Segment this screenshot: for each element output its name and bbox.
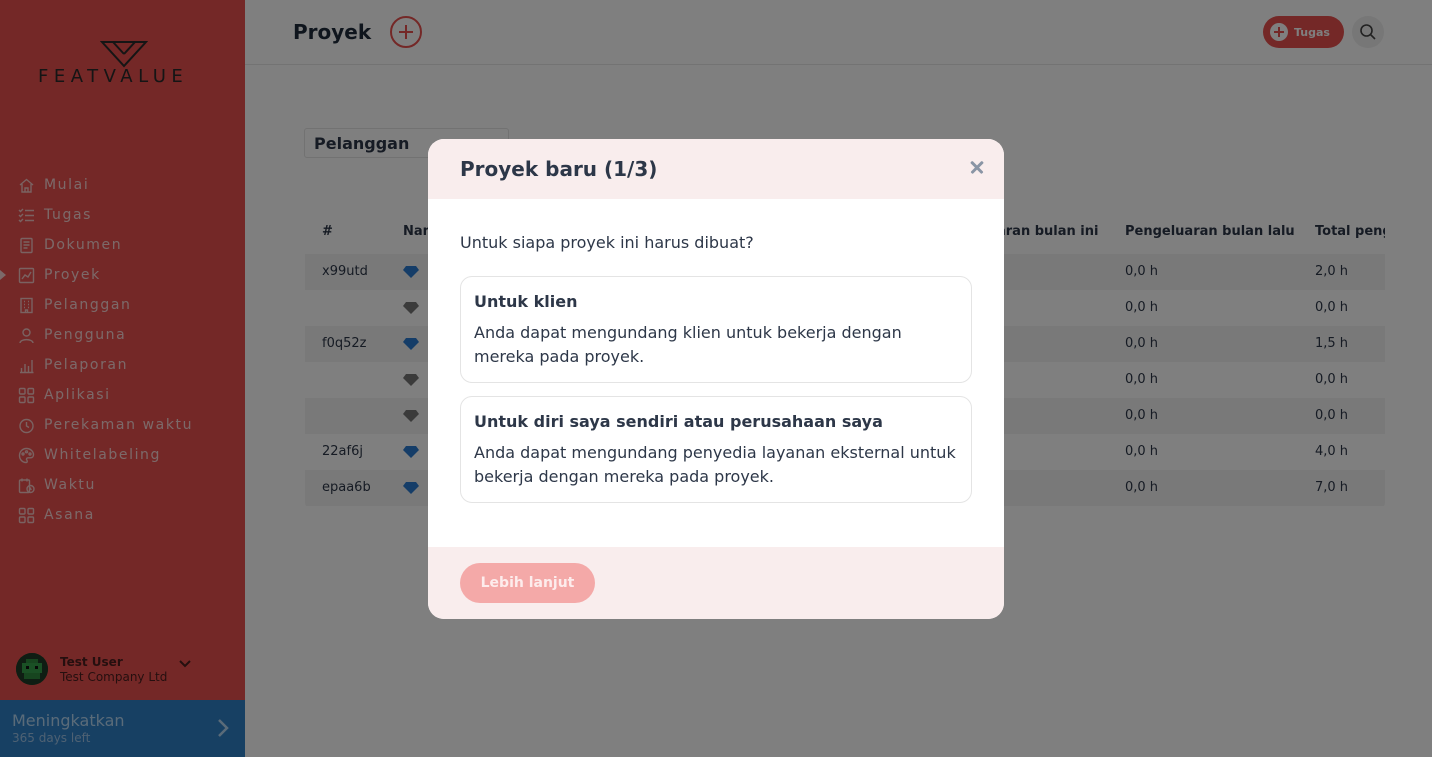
dialog-footer: Lebih lanjut: [428, 547, 1004, 619]
dialog-question: Untuk siapa proyek ini harus dibuat?: [460, 233, 754, 252]
next-button-label: Lebih lanjut: [480, 575, 575, 591]
option-description: Anda dapat mengundang penyedia layanan e…: [474, 443, 956, 486]
new-project-dialog: Proyek baru (1/3) Untuk siapa proyek ini…: [428, 139, 1004, 619]
dialog-header: Proyek baru (1/3): [428, 139, 1004, 199]
option-for-client[interactable]: Untuk klien Anda dapat mengundang klien …: [460, 276, 972, 383]
option-title: Untuk diri saya sendiri atau perusahaan …: [474, 412, 883, 431]
close-icon[interactable]: [966, 156, 988, 178]
next-button[interactable]: Lebih lanjut: [460, 563, 595, 603]
dialog-title: Proyek baru (1/3): [460, 157, 658, 181]
option-title: Untuk klien: [474, 292, 578, 311]
option-description: Anda dapat mengundang klien untuk bekerj…: [474, 323, 902, 366]
option-for-myself[interactable]: Untuk diri saya sendiri atau perusahaan …: [460, 396, 972, 503]
